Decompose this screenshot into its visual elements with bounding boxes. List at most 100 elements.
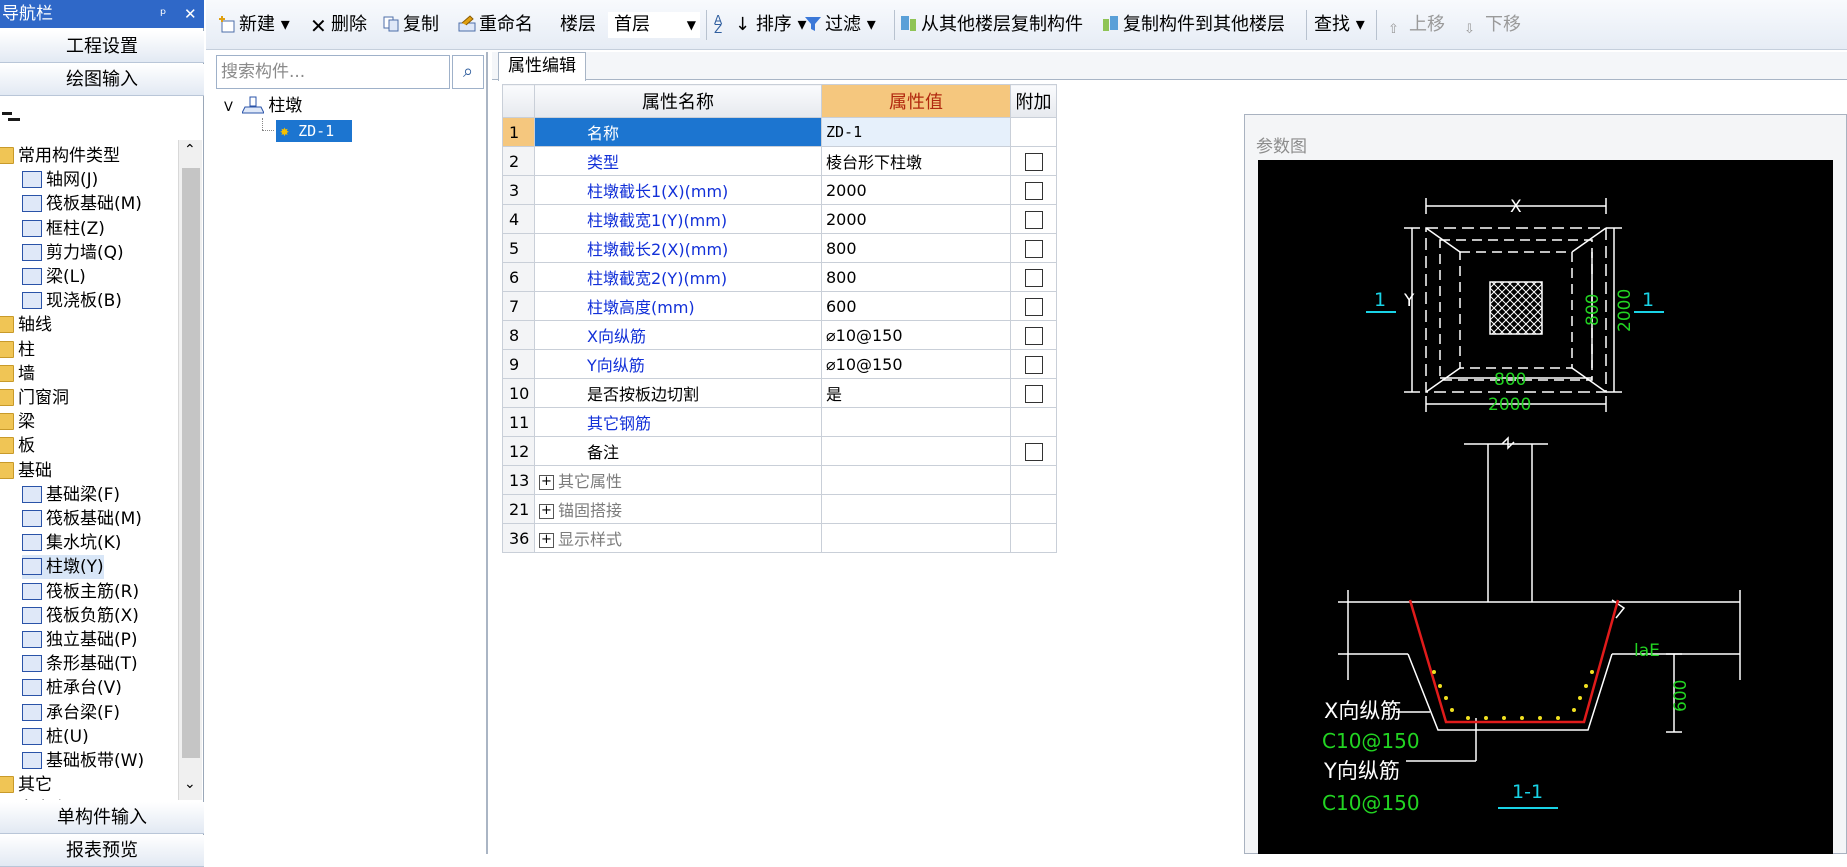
component-tree-root[interactable]: ᐯ 柱墩 — [224, 93, 302, 119]
header-property-name[interactable]: 属性名称 — [534, 84, 822, 118]
property-row[interactable]: 4 柱墩截宽1(Y)(mm) 2000 — [502, 204, 1057, 234]
property-row[interactable]: 10 是否按板边切割 是 — [502, 378, 1057, 408]
property-row[interactable]: 5 柱墩截长2(X)(mm) 800 — [502, 233, 1057, 263]
property-row[interactable]: 9 Y向纵筋 ⌀10@150 — [502, 349, 1057, 379]
extra-checkbox[interactable] — [1024, 152, 1043, 171]
nav-folder-item[interactable]: 门窗洞 — [0, 386, 69, 410]
new-button[interactable]: 新建 ▾ — [218, 12, 290, 38]
search-icon[interactable]: ⌕ — [452, 55, 484, 89]
extra-checkbox[interactable] — [1024, 239, 1043, 258]
property-name-cell[interactable]: 备注 — [534, 436, 822, 466]
property-row[interactable]: 13 + 其它属性 — [502, 465, 1057, 495]
extra-checkbox[interactable] — [1024, 210, 1043, 229]
nav-folder-item[interactable]: 柱 — [0, 338, 35, 362]
property-name-cell[interactable]: 柱墩高度(mm) — [534, 291, 822, 321]
nav-component-item[interactable]: 承台梁(F) — [22, 701, 120, 725]
property-row[interactable]: 7 柱墩高度(mm) 600 — [502, 291, 1057, 321]
property-value-cell[interactable] — [821, 436, 1011, 466]
nav-component-item[interactable]: 桩承台(V) — [22, 676, 122, 700]
property-name-cell[interactable]: 柱墩截长1(X)(mm) — [534, 175, 822, 205]
extra-checkbox[interactable] — [1024, 268, 1043, 287]
property-value-cell[interactable]: 棱台形下柱墩 — [821, 146, 1011, 176]
nav-component-item[interactable]: 框柱(Z) — [22, 217, 105, 241]
nav-component-item[interactable]: 基础梁(F) — [22, 483, 120, 507]
property-value-cell[interactable] — [821, 523, 1011, 553]
tab-property-edit[interactable]: 属性编辑 — [498, 52, 586, 81]
expand-plus-icon[interactable]: + — [539, 504, 554, 519]
nav-component-item[interactable]: 现浇板(B) — [22, 289, 122, 313]
property-row[interactable]: 36 + 显示样式 — [502, 523, 1057, 553]
floor-select[interactable]: 首层 ▼ — [608, 12, 700, 38]
property-value-cell[interactable]: 2000 — [821, 175, 1011, 205]
move-up-button[interactable]: ⇧ 上移 — [1388, 12, 1445, 38]
property-value-cell[interactable]: ⌀10@150 — [821, 349, 1011, 379]
extra-checkbox[interactable] — [1024, 181, 1043, 200]
property-value-cell[interactable]: ⌀10@150 — [821, 320, 1011, 350]
property-value-cell[interactable]: 是 — [821, 378, 1011, 408]
component-search-input[interactable]: 搜索构件... — [216, 55, 450, 89]
nav-component-item[interactable]: 筏板负筋(X) — [22, 604, 139, 628]
property-value-cell[interactable] — [821, 465, 1011, 495]
move-down-button[interactable]: ⇩ 下移 — [1464, 12, 1521, 38]
property-value-cell[interactable]: ZD-1 — [821, 117, 1011, 147]
property-name-cell[interactable]: 是否按板边切割 — [534, 378, 822, 408]
nav-component-item[interactable]: 条形基础(T) — [22, 652, 138, 676]
property-value-cell[interactable]: 800 — [821, 233, 1011, 263]
report-preview-button[interactable]: 报表预览 — [0, 835, 204, 867]
copy-button[interactable]: 复制 — [382, 12, 439, 38]
nav-component-item[interactable]: 梁(L) — [22, 265, 86, 289]
property-name-cell[interactable]: 其它钢筋 — [534, 407, 822, 437]
property-name-cell[interactable]: + 其它属性 — [534, 465, 822, 495]
nav-component-item[interactable]: 集水坑(K) — [22, 531, 121, 555]
close-icon[interactable]: ✕ — [184, 0, 197, 28]
header-extra[interactable]: 附加 — [1010, 84, 1057, 118]
nav-component-item[interactable]: 基础板带(W) — [22, 749, 144, 773]
nav-component-item[interactable]: 剪力墙(Q) — [22, 241, 124, 265]
nav-folder-item[interactable]: 梁 — [0, 410, 35, 434]
nav-folder-item[interactable]: 轴线 — [0, 313, 52, 337]
extra-checkbox[interactable] — [1024, 355, 1043, 374]
property-name-cell[interactable]: 类型 — [534, 146, 822, 176]
nav-folder-item[interactable]: 墙 — [0, 362, 35, 386]
extra-checkbox[interactable] — [1024, 442, 1043, 461]
nav-component-item[interactable]: 筏板基础(M) — [22, 507, 142, 531]
nav-component-item[interactable]: 筏板基础(M) — [22, 192, 142, 216]
nav-component-item[interactable]: 柱墩(Y) — [22, 555, 104, 580]
drawing-input-button[interactable]: 绘图输入 — [0, 64, 204, 96]
sort-button[interactable]: A Z ↓ 排序 ▾ — [714, 12, 807, 38]
nav-folder-item[interactable]: 板 — [0, 434, 35, 458]
property-row[interactable]: 1 名称 ZD-1 — [502, 117, 1057, 147]
rename-button[interactable]: 重命名 — [458, 12, 533, 38]
property-row[interactable]: 11 其它钢筋 — [502, 407, 1057, 437]
property-row[interactable]: 12 备注 — [502, 436, 1057, 466]
property-name-cell[interactable]: Y向纵筋 — [534, 349, 822, 379]
nav-component-item[interactable]: 独立基础(P) — [22, 628, 138, 652]
collapse-all-icon[interactable] — [0, 104, 30, 126]
property-name-cell[interactable]: 柱墩截宽2(Y)(mm) — [534, 262, 822, 292]
copy-from-floor-button[interactable]: 从其他楼层复制构件 — [900, 12, 1083, 38]
property-name-cell[interactable]: + 锚固搭接 — [534, 494, 822, 524]
copy-to-floor-button[interactable]: 复制构件到其他楼层 — [1102, 12, 1285, 38]
nav-scrollbar[interactable]: ⌃ ⌄ — [178, 140, 202, 800]
chevron-down-icon[interactable]: ᐯ — [224, 100, 233, 115]
property-value-cell[interactable] — [821, 494, 1011, 524]
scroll-up-icon[interactable]: ⌃ — [184, 142, 196, 158]
nav-folder-item[interactable]: 常用构件类型 — [0, 144, 120, 168]
nav-component-item[interactable]: 筏板主筋(R) — [22, 580, 139, 604]
property-value-cell[interactable] — [821, 407, 1011, 437]
property-name-cell[interactable]: + 显示样式 — [534, 523, 822, 553]
filter-button[interactable]: 过滤 ▾ — [804, 12, 876, 38]
header-property-value[interactable]: 属性值 — [821, 84, 1011, 118]
component-item-zd1[interactable]: ✸ ZD-1 — [276, 120, 352, 142]
nav-folder-item[interactable]: 基础 — [0, 459, 52, 483]
expand-plus-icon[interactable]: + — [539, 533, 554, 548]
nav-folder-item[interactable]: 自定义 — [0, 797, 69, 800]
property-name-cell[interactable]: 名称 — [534, 117, 822, 147]
property-value-cell[interactable]: 800 — [821, 262, 1011, 292]
property-row[interactable]: 6 柱墩截宽2(Y)(mm) 800 — [502, 262, 1057, 292]
single-component-input-button[interactable]: 单构件输入 — [0, 802, 204, 834]
extra-checkbox[interactable] — [1024, 384, 1043, 403]
scroll-down-icon[interactable]: ⌄ — [184, 776, 196, 792]
property-name-cell[interactable]: X向纵筋 — [534, 320, 822, 350]
delete-button[interactable]: ✕ 删除 — [310, 12, 367, 38]
